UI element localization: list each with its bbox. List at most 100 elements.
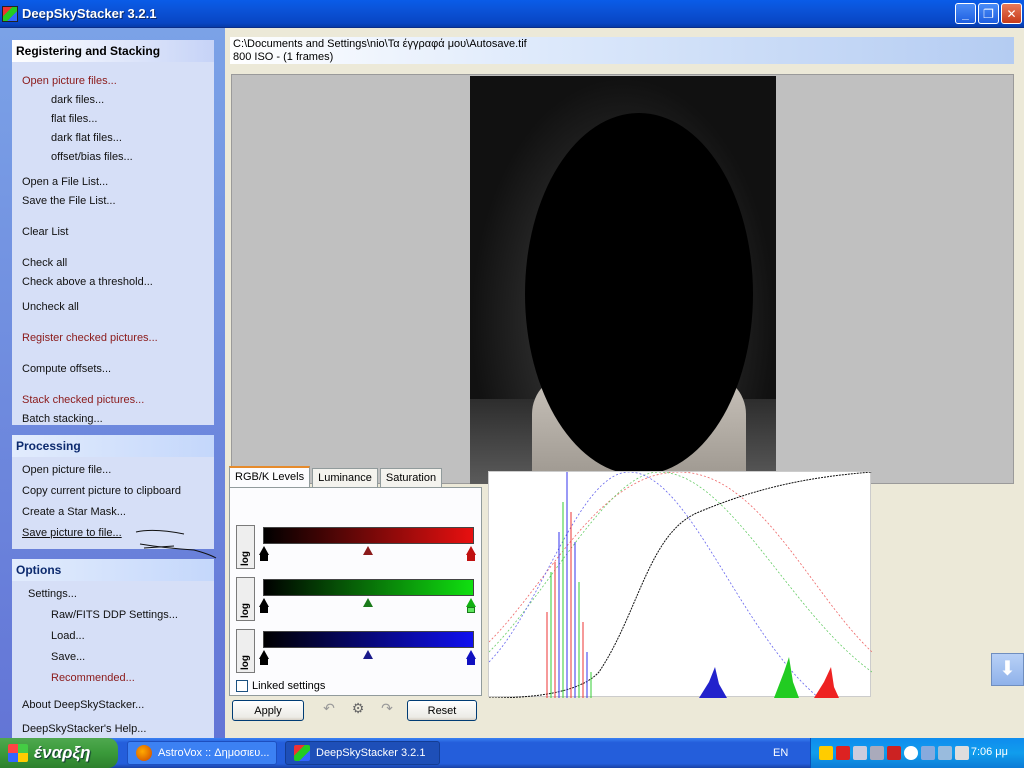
tab-rgb-levels[interactable]: RGB/K Levels bbox=[229, 466, 311, 488]
network-disconnected-icon[interactable] bbox=[870, 746, 884, 760]
red-markers[interactable] bbox=[259, 546, 476, 561]
task-pane: Registering and Stacking Open picture fi… bbox=[0, 28, 225, 738]
blue-white-point-slider[interactable] bbox=[466, 650, 476, 659]
tab-saturation[interactable]: Saturation bbox=[379, 468, 443, 488]
language-indicator[interactable]: EN bbox=[773, 747, 788, 759]
start-label: έναρξη bbox=[34, 743, 91, 762]
open-picture-file-link[interactable]: Open picture file... bbox=[12, 461, 214, 480]
title-bar[interactable]: DeepSkyStacker 3.2.1 _ ❐ ✕ bbox=[0, 0, 1024, 28]
ati-icon[interactable] bbox=[836, 746, 850, 760]
processing-header[interactable]: Processing bbox=[12, 435, 214, 457]
apply-button[interactable]: Apply bbox=[232, 700, 304, 721]
green-midpoint-slider[interactable] bbox=[363, 598, 373, 607]
close-button[interactable]: ✕ bbox=[1001, 3, 1022, 24]
app-icon bbox=[2, 5, 18, 22]
save-file-list-link[interactable]: Save the File List... bbox=[12, 192, 214, 211]
green-response-curve bbox=[488, 471, 873, 673]
check-all-link[interactable]: Check all bbox=[12, 254, 214, 273]
create-star-mask-link[interactable]: Create a Star Mask... bbox=[12, 503, 214, 522]
taskbar-item-deepskystacker[interactable]: DeepSkyStacker 3.2.1 bbox=[285, 741, 440, 765]
green-markers[interactable] bbox=[259, 598, 476, 613]
help-link[interactable]: DeepSkyStacker's Help... bbox=[12, 720, 214, 738]
network-icon[interactable] bbox=[853, 746, 867, 760]
window-title: DeepSkyStacker 3.2.1 bbox=[22, 6, 157, 21]
blue-noise-peak bbox=[699, 667, 727, 698]
panda-icon[interactable] bbox=[904, 746, 918, 760]
registering-group: Registering and Stacking Open picture fi… bbox=[12, 40, 214, 425]
image-viewer[interactable] bbox=[231, 74, 1014, 484]
redo-icon[interactable]: ↷ bbox=[379, 700, 395, 716]
blue-black-point-slider[interactable] bbox=[259, 650, 269, 659]
raw-fits-settings-link[interactable]: Raw/FITS DDP Settings... bbox=[12, 606, 214, 625]
compute-offsets-link[interactable]: Compute offsets... bbox=[12, 360, 214, 379]
green-black-point-slider[interactable] bbox=[259, 598, 269, 607]
blue-response-curve bbox=[488, 471, 820, 699]
open-file-list-link[interactable]: Open a File List... bbox=[12, 173, 214, 192]
green-gradient-bar bbox=[263, 579, 474, 596]
linked-settings[interactable]: Linked settings bbox=[236, 680, 325, 692]
clock[interactable]: 7:06 μμ bbox=[971, 746, 1008, 758]
histogram-spikes bbox=[546, 472, 839, 698]
blue-markers[interactable] bbox=[259, 650, 476, 665]
blue-midpoint-slider[interactable] bbox=[363, 650, 373, 659]
reset-button[interactable]: Reset bbox=[407, 700, 477, 721]
blue-log-toggle[interactable]: log bbox=[236, 629, 255, 673]
linked-settings-label: Linked settings bbox=[252, 680, 326, 692]
taskbar-item-label: DeepSkyStacker 3.2.1 bbox=[316, 747, 426, 759]
levels-tabs: RGB/K Levels Luminance Saturation bbox=[229, 466, 444, 488]
green-noise-peak bbox=[774, 657, 799, 698]
offset-bias-files-link[interactable]: offset/bias files... bbox=[12, 148, 214, 167]
tab-luminance[interactable]: Luminance bbox=[312, 468, 378, 488]
red-level-control: log bbox=[236, 525, 476, 571]
windows-logo-icon bbox=[8, 744, 28, 762]
clear-list-link[interactable]: Clear List bbox=[12, 223, 214, 242]
save-settings-link[interactable]: Save... bbox=[12, 648, 214, 667]
green-white-point-square bbox=[467, 607, 475, 613]
red-tool-icon[interactable] bbox=[887, 746, 901, 760]
linked-settings-checkbox[interactable] bbox=[236, 680, 248, 692]
green-log-toggle[interactable]: log bbox=[236, 577, 255, 621]
red-gradient-bar bbox=[263, 527, 474, 544]
histogram-chart bbox=[488, 471, 873, 699]
blue-white-point-square bbox=[467, 659, 475, 665]
start-button[interactable]: έναρξη bbox=[0, 738, 118, 768]
load-settings-link[interactable]: Load... bbox=[12, 627, 214, 646]
batch-stacking-link[interactable]: Batch stacking... bbox=[12, 410, 214, 429]
flat-files-link[interactable]: flat files... bbox=[12, 110, 214, 129]
open-picture-files-link[interactable]: Open picture files... bbox=[12, 72, 214, 91]
scribble-annotation bbox=[135, 529, 217, 559]
dark-flat-files-link[interactable]: dark flat files... bbox=[12, 129, 214, 148]
scroll-down-arrow-icon[interactable]: ⬇ bbox=[991, 653, 1024, 686]
display-icon[interactable] bbox=[938, 746, 952, 760]
dark-files-link[interactable]: dark files... bbox=[12, 91, 214, 110]
app-tray-icon[interactable] bbox=[921, 746, 935, 760]
red-black-point-square bbox=[260, 555, 268, 561]
options-group: Options Settings... Raw/FITS DDP Setting… bbox=[12, 559, 214, 738]
red-log-toggle[interactable]: log bbox=[236, 525, 255, 569]
red-midpoint-slider[interactable] bbox=[363, 546, 373, 555]
taskbar-item-label: AstroVox :: Δημοσιευ... bbox=[158, 747, 270, 759]
undo-icon[interactable]: ↶ bbox=[321, 700, 337, 716]
firefox-icon bbox=[136, 745, 152, 761]
shield-icon[interactable] bbox=[819, 746, 833, 760]
red-black-point-slider[interactable] bbox=[259, 546, 269, 555]
check-above-threshold-link[interactable]: Check above a threshold... bbox=[12, 273, 214, 292]
green-log-label: log bbox=[240, 603, 251, 618]
copy-to-clipboard-link[interactable]: Copy current picture to clipboard bbox=[12, 482, 214, 501]
about-link[interactable]: About DeepSkyStacker... bbox=[12, 696, 214, 715]
stack-checked-link[interactable]: Stack checked pictures... bbox=[12, 391, 214, 410]
taskbar-item-firefox[interactable]: AstroVox :: Δημοσιευ... bbox=[127, 741, 277, 765]
uncheck-all-link[interactable]: Uncheck all bbox=[12, 298, 214, 317]
blue-gradient-bar bbox=[263, 631, 474, 648]
maximize-button[interactable]: ❐ bbox=[978, 3, 999, 24]
green-white-point-slider[interactable] bbox=[466, 598, 476, 607]
recommended-settings-link[interactable]: Recommended... bbox=[12, 669, 214, 688]
red-log-label: log bbox=[240, 551, 251, 566]
red-white-point-slider[interactable] bbox=[466, 546, 476, 555]
register-checked-link[interactable]: Register checked pictures... bbox=[12, 329, 214, 348]
minimize-button[interactable]: _ bbox=[955, 3, 976, 24]
settings-link[interactable]: Settings... bbox=[12, 585, 214, 604]
volume-icon[interactable] bbox=[955, 746, 969, 760]
settings-gear-icon[interactable]: ⚙ bbox=[350, 700, 366, 716]
registering-header[interactable]: Registering and Stacking bbox=[12, 40, 214, 62]
